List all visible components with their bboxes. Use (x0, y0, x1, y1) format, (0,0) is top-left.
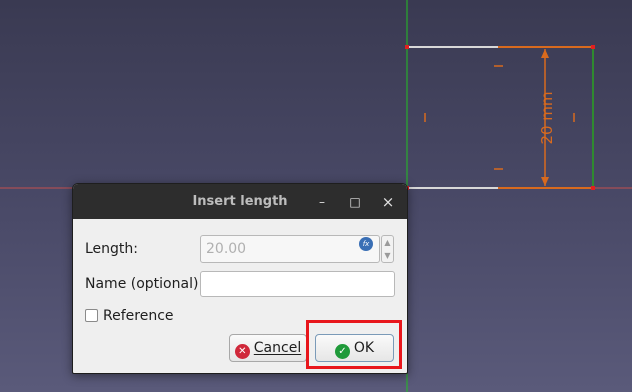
length-label: Length: (85, 241, 139, 257)
dimension-arrow-down (541, 177, 549, 186)
reference-checkbox[interactable] (85, 309, 98, 322)
vertex-point[interactable] (591, 186, 595, 190)
spin-up-icon[interactable]: ▲ (382, 236, 393, 249)
vertex-point[interactable] (591, 45, 595, 49)
name-input[interactable] (200, 271, 395, 297)
spin-down-icon[interactable]: ▼ (382, 249, 393, 262)
length-spinbox-arrows[interactable]: ▲ ▼ (381, 235, 394, 263)
cancel-button-label: Cancel (253, 340, 302, 356)
name-label: Name (optional) (85, 276, 199, 292)
ok-button-highlight (306, 320, 402, 369)
cancel-button[interactable]: ✕ Cancel (229, 334, 307, 362)
minimize-button[interactable]: – (315, 195, 329, 209)
dimension-arrow-up (541, 49, 549, 58)
reference-label[interactable]: Reference (103, 308, 174, 324)
dialog-titlebar[interactable]: Insert length – □ × (73, 184, 407, 219)
dimension-label[interactable]: 20 mm (538, 91, 556, 144)
vertex-point[interactable] (405, 45, 409, 49)
close-button[interactable]: × (381, 195, 395, 210)
length-input[interactable] (200, 235, 380, 263)
cancel-icon: ✕ (234, 344, 250, 359)
fx-icon[interactable]: fx (359, 237, 373, 251)
maximize-button[interactable]: □ (348, 195, 362, 209)
